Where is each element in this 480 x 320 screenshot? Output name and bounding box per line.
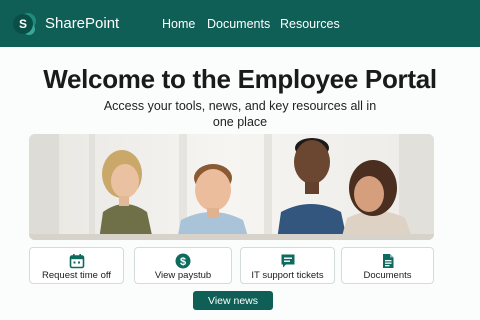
nav-documents[interactable]: Documents (207, 17, 270, 31)
request-time-off-label: Request time off (41, 270, 111, 281)
top-bar: S SharePoint Home Documents Resources (0, 0, 480, 47)
svg-text:$: $ (180, 256, 186, 268)
team-photo-image (29, 134, 434, 240)
chat-icon (280, 253, 296, 269)
page-title: Welcome to the Employee Portal (43, 64, 437, 94)
document-icon (380, 253, 396, 269)
brand-name[interactable]: SharePoint (45, 15, 119, 32)
it-support-tickets-button[interactable]: IT support tickets (240, 247, 335, 284)
logo-letter: S (19, 17, 27, 31)
view-paystub-label: View paystub (154, 270, 212, 281)
documents-button[interactable]: Documents (341, 247, 434, 284)
it-support-tickets-label: IT support tickets (251, 270, 324, 281)
request-time-off-button[interactable]: Request time off (29, 247, 124, 284)
dollar-icon: $ (175, 253, 191, 269)
calendar-icon (69, 253, 85, 269)
view-news-button[interactable]: View news (193, 291, 273, 310)
sharepoint-logo-icon[interactable]: S (13, 12, 37, 36)
view-paystub-button[interactable]: $ View paystub (134, 247, 232, 284)
page-subtitle: Access your tools, news, and key resourc… (103, 99, 377, 129)
documents-label: Documents (363, 270, 412, 281)
nav-resources[interactable]: Resources (280, 17, 340, 31)
nav-home[interactable]: Home (162, 17, 195, 31)
